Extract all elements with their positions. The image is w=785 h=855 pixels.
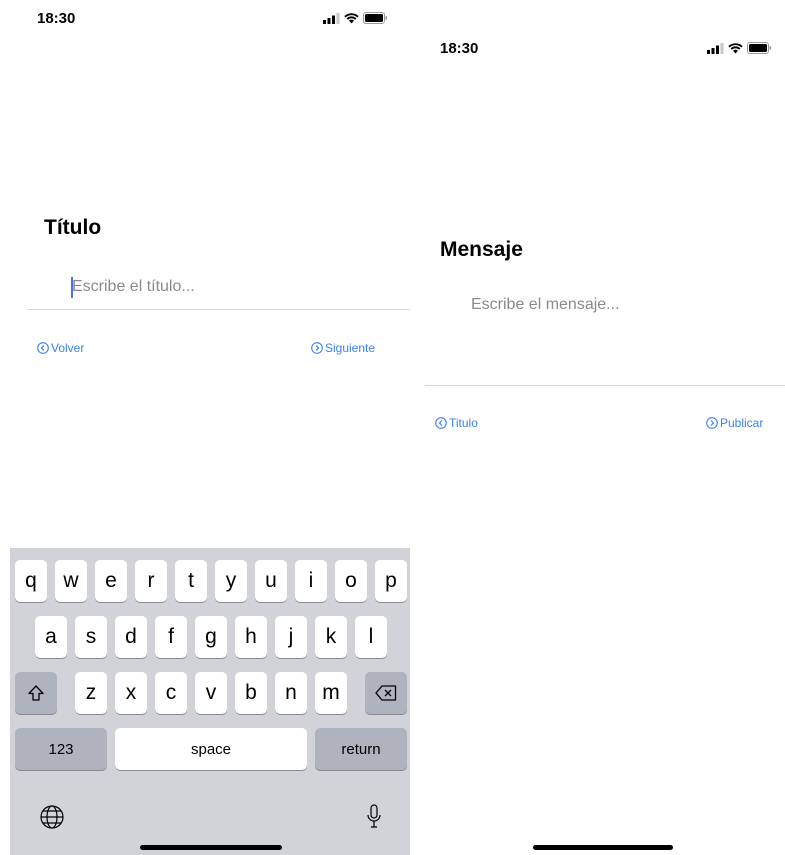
home-indicator[interactable] [533,845,673,850]
key-l[interactable]: l [355,616,387,658]
key-s[interactable]: s [75,616,107,658]
key-c[interactable]: c [155,672,187,714]
delete-key[interactable] [365,672,407,714]
key-m[interactable]: m [315,672,347,714]
key-b[interactable]: b [235,672,267,714]
page-title: Mensaje [440,238,523,261]
shift-icon [28,685,44,701]
status-bar: 18:30 [425,38,785,62]
shift-key[interactable] [15,672,57,714]
input-divider [425,385,785,386]
next-button[interactable]: Siguiente [311,341,375,355]
back-button-label: Volver [51,341,85,355]
key-a[interactable]: a [35,616,67,658]
key-o[interactable]: o [335,560,367,602]
chevron-right-circle-icon [311,342,323,354]
title-screen: 18:30 Título Escribe el título... Volver… [0,0,410,855]
key-y[interactable]: y [215,560,247,602]
home-indicator[interactable] [140,845,282,850]
input-divider [28,309,410,310]
key-j[interactable]: j [275,616,307,658]
key-u[interactable]: u [255,560,287,602]
numbers-key[interactable]: 123 [15,728,107,770]
key-p[interactable]: p [375,560,407,602]
return-key[interactable]: return [315,728,407,770]
message-screen: 18:30 Mensaje Escribe el mensaje... Titu… [425,0,785,855]
battery-icon [747,42,771,54]
status-time: 18:30 [440,40,479,57]
key-d[interactable]: d [115,616,147,658]
globe-icon[interactable] [39,804,65,830]
key-v[interactable]: v [195,672,227,714]
signal-icon [707,42,724,54]
message-input[interactable]: Escribe el mensaje... [471,296,620,314]
status-bar: 18:30 [0,8,410,32]
key-k[interactable]: k [315,616,347,658]
key-x[interactable]: x [115,672,147,714]
backspace-icon [375,685,397,701]
next-button-label: Siguiente [325,341,376,355]
key-t[interactable]: t [175,560,207,602]
space-key[interactable]: space [115,728,307,770]
publish-button-label: Publicar [720,416,764,430]
key-r[interactable]: r [135,560,167,602]
back-button[interactable]: Volver [37,341,84,355]
status-icons [707,42,772,54]
publish-button[interactable]: Publicar [706,416,763,430]
chevron-left-circle-icon [37,342,49,354]
key-n[interactable]: n [275,672,307,714]
key-z[interactable]: z [75,672,107,714]
page-title: Título [44,216,102,239]
battery-icon [363,12,387,24]
key-e[interactable]: e [95,560,127,602]
chevron-right-circle-icon [706,417,718,429]
back-button-label: Titulo [449,416,478,430]
title-input[interactable]: Escribe el título... [72,278,195,296]
chevron-left-circle-icon [435,417,447,429]
key-f[interactable]: f [155,616,187,658]
key-q[interactable]: q [15,560,47,602]
key-w[interactable]: w [55,560,87,602]
status-icons [323,12,388,24]
keyboard: q w e r t y u i o p a s d f g h j k l z … [10,548,410,855]
key-i[interactable]: i [295,560,327,602]
back-button[interactable]: Titulo [435,416,478,430]
wifi-icon [728,42,743,53]
status-time: 18:30 [37,10,76,27]
microphone-icon[interactable] [367,804,381,830]
key-h[interactable]: h [235,616,267,658]
key-g[interactable]: g [195,616,227,658]
wifi-icon [344,12,359,23]
signal-icon [323,12,340,24]
